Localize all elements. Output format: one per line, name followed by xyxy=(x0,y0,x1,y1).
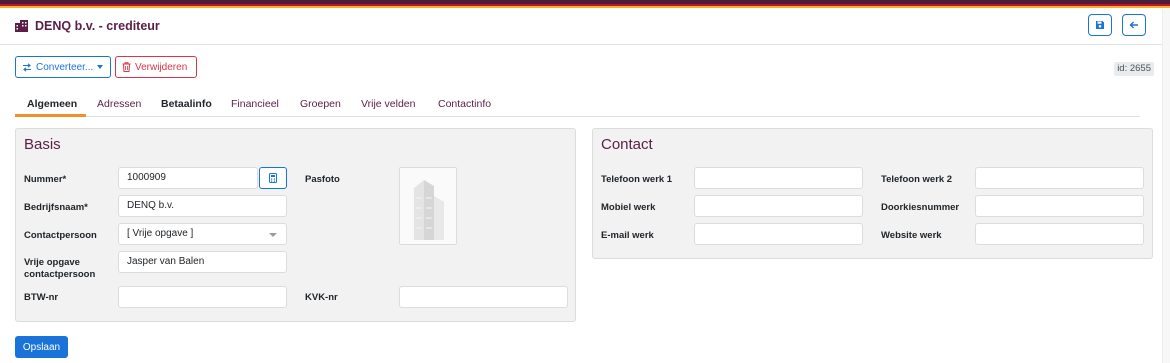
tab-financieel[interactable]: Financieel xyxy=(231,97,279,117)
tab-contactinfo[interactable]: Contactinfo xyxy=(438,97,491,117)
contactpersoon-label: Contactpersoon xyxy=(24,230,97,241)
tab-betaalinfo[interactable]: Betaalinfo xyxy=(161,97,212,117)
convert-label: Converteer... xyxy=(36,61,94,73)
basis-title: Basis xyxy=(24,136,61,153)
brand-stripe xyxy=(0,0,1170,9)
save-icon xyxy=(1096,21,1104,29)
calculator-button[interactable] xyxy=(259,167,287,189)
active-tab-indicator xyxy=(15,114,86,117)
bedrijfsnaam-field[interactable]: DENQ b.v. xyxy=(118,195,287,217)
vrije-opgave-label: Vrije opgave contactpersoon xyxy=(24,257,96,280)
btw-label: BTW-nr xyxy=(24,292,59,303)
trash-icon xyxy=(122,62,131,72)
delete-button[interactable]: Verwijderen xyxy=(115,56,197,78)
email-werk-field[interactable] xyxy=(694,223,863,245)
pasfoto-label: Pasfoto xyxy=(305,174,340,185)
building-photo-placeholder xyxy=(400,168,456,244)
contact-title: Contact xyxy=(601,136,653,153)
exchange-icon xyxy=(23,62,31,72)
btw-field[interactable] xyxy=(118,286,287,308)
basis-panel: Basis Nummer* 1000909 Pasfoto Bedrijfsna… xyxy=(15,128,576,322)
nummer-label: Nummer* xyxy=(24,174,67,185)
bedrijfsnaam-label: Bedrijfsnaam* xyxy=(24,202,88,213)
building-icon xyxy=(15,20,28,32)
arrow-left-icon xyxy=(1129,21,1138,29)
nummer-field[interactable]: 1000909 xyxy=(118,167,258,189)
doorkiesnummer-label: Doorkiesnummer xyxy=(881,202,960,213)
vrije-opgave-field[interactable]: Jasper van Balen xyxy=(118,251,287,273)
email-werk-label: E-mail werk xyxy=(601,230,654,241)
id-badge: id: 2655 xyxy=(1114,62,1154,76)
mobiel-werk-field[interactable] xyxy=(694,195,863,217)
pasfoto-image[interactable] xyxy=(399,167,457,245)
telefoon-werk-1-label: Telefoon werk 1 xyxy=(601,174,673,185)
mobiel-werk-label: Mobiel werk xyxy=(601,202,656,213)
page-header: DENQ b.v. - crediteur xyxy=(0,9,1170,45)
telefoon-werk-2-label: Telefoon werk 2 xyxy=(881,174,953,185)
tab-vrije-velden[interactable]: Vrije velden xyxy=(361,97,415,117)
page-title: DENQ b.v. - crediteur xyxy=(35,19,160,33)
convert-button[interactable]: Converteer... xyxy=(15,56,111,78)
back-button[interactable] xyxy=(1122,14,1146,36)
contactpersoon-value: [ Vrije opgave ] xyxy=(127,228,194,239)
telefoon-werk-1-field[interactable] xyxy=(694,167,863,189)
save-icon-button[interactable] xyxy=(1088,14,1112,36)
save-button[interactable]: Opslaan xyxy=(15,336,68,358)
tab-adressen[interactable]: Adressen xyxy=(97,97,141,117)
website-werk-field[interactable] xyxy=(975,223,1144,245)
contact-panel: Contact Telefoon werk 1 Telefoon werk 2 … xyxy=(592,128,1153,259)
kvk-label: KVK-nr xyxy=(305,292,338,303)
kvk-field[interactable] xyxy=(399,286,568,308)
telefoon-werk-2-field[interactable] xyxy=(975,167,1144,189)
calculator-icon xyxy=(269,173,277,183)
caret-down-icon xyxy=(97,65,104,69)
scrollbar[interactable] xyxy=(1162,9,1170,363)
website-werk-label: Website werk xyxy=(881,230,942,241)
tab-groepen[interactable]: Groepen xyxy=(300,97,341,117)
contactpersoon-select[interactable]: [ Vrije opgave ] xyxy=(118,223,287,245)
delete-label: Verwijderen xyxy=(135,61,188,73)
tab-bar: Algemeen Adressen Betaalinfo Financieel … xyxy=(15,97,1140,117)
doorkiesnummer-field[interactable] xyxy=(975,195,1144,217)
